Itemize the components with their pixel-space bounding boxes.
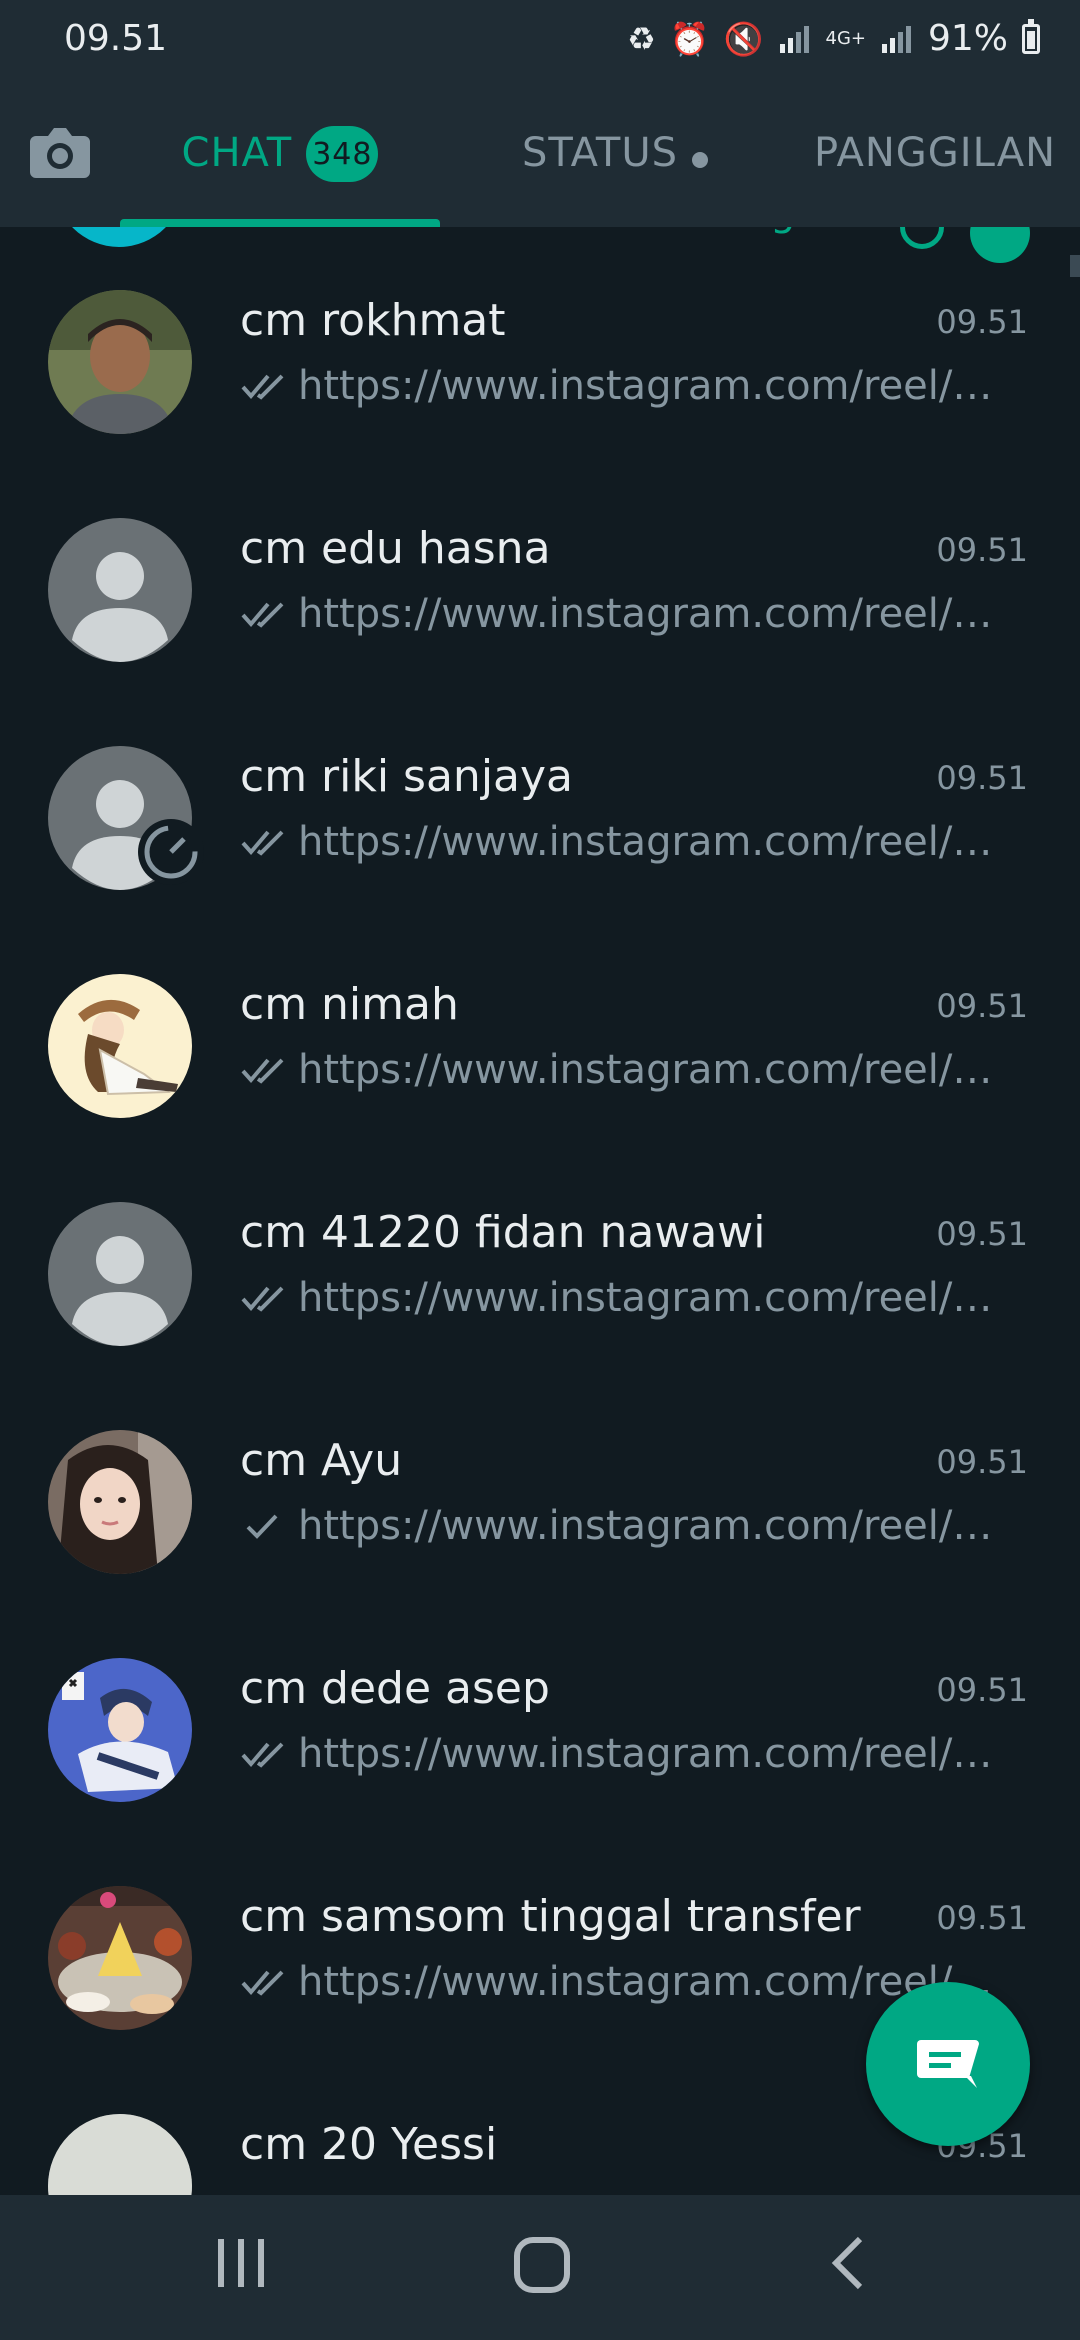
message-icon [917, 2040, 979, 2088]
avatar-illustration-girl [48, 974, 192, 1118]
chat-time: 09.51 [936, 1443, 1028, 1481]
network-4g-icon: 4G+ [825, 27, 866, 49]
chat-row[interactable]: cm nimah 09.51 https://www.instagram.com… [0, 911, 1080, 1139]
chat-preview-text: https://www.instagram.com/reel/C... [298, 1275, 1010, 1321]
tab-chat-label: CHAT [181, 130, 293, 176]
chat-row[interactable]: cm dede asep 09.51 https://www.instagram… [0, 1595, 1080, 1823]
chat-preview: https://www.instagram.com/reel/C... [240, 1047, 1010, 1093]
double-check-icon [241, 1742, 284, 1768]
chat-name: cm 20 Yessi [240, 2119, 498, 2170]
chat-row[interactable]: cm Ayu 09.51 https://www.instagram.com/r… [0, 1367, 1080, 1595]
status-icons: ♻ ⏰ 🔇 4G+ 91% [627, 18, 1040, 59]
chat-row[interactable]: cm rokhmat 09.51 https://www.instagram.c… [0, 227, 1080, 455]
avatar [48, 518, 192, 662]
new-chat-button[interactable] [866, 1982, 1030, 2146]
camera-icon[interactable] [28, 126, 92, 180]
single-check-icon [246, 1514, 278, 1539]
chat-preview: https://www.instagram.com/reel/C... [240, 1503, 1010, 1549]
chat-time: 09.51 [936, 759, 1028, 797]
chat-preview-text: https://www.instagram.com/reel/C... [298, 1047, 1010, 1093]
chat-name: cm rokhmat [240, 295, 506, 346]
chat-preview: https://www.instagram.com/reel/C... [240, 1959, 1010, 2005]
double-check-icon [241, 1286, 284, 1312]
avatar [48, 1430, 192, 1574]
tab-bar: CHAT 348 STATUS PANGGILAN [120, 120, 1080, 227]
tab-indicator [120, 219, 440, 227]
chat-preview-text: https://www.instagram.com/reel/C... [298, 1731, 1010, 1777]
tab-status[interactable]: STATUS [440, 120, 790, 227]
recycle-icon: ♻ [627, 19, 656, 58]
chat-name: cm 41220 fidan nawawi [240, 1207, 766, 1258]
tab-chat[interactable]: CHAT 348 [120, 120, 440, 227]
avatar [48, 1202, 192, 1346]
chat-name: cm dede asep [240, 1663, 550, 1714]
chat-name: cm Ayu [240, 1435, 403, 1486]
chat-row[interactable]: cm edu hasna 09.51 https://www.instagram… [0, 455, 1080, 683]
alarm-icon: ⏰ [669, 19, 710, 58]
back-icon[interactable] [826, 2235, 870, 2291]
chat-preview: https://www.instagram.com/reel/C... [240, 1275, 1010, 1321]
top-app-bar: 09.51 ♻ ⏰ 🔇 4G+ 91% CHAT 348 STATUS PANG… [0, 0, 1080, 227]
double-check-icon [241, 830, 284, 856]
chat-time: 09.51 [936, 1215, 1028, 1253]
tab-calls[interactable]: PANGGILAN [790, 120, 1080, 227]
unread-badge: 348 [306, 126, 379, 182]
chat-preview-text: https://www.instagram.com/reel/C... [298, 363, 1010, 409]
chat-preview: https://www.instagram.com/reel/C... [240, 591, 1010, 637]
chat-name: cm edu hasna [240, 523, 551, 574]
status-time: 09.51 [64, 18, 168, 59]
chat-row[interactable]: cm 41220 fidan nawawi 09.51 https://www.… [0, 1139, 1080, 1367]
chat-time: 09.51 [936, 987, 1028, 1025]
chat-preview: https://www.instagram.com/reel/C... [240, 363, 1010, 409]
chat-row[interactable]: cm riki sanjaya 09.51 https://www.instag… [0, 683, 1080, 911]
avatar [48, 1886, 192, 2030]
avatar-photo-girl [48, 1430, 192, 1574]
avatar [48, 2114, 192, 2195]
default-avatar-icon [72, 552, 168, 662]
chat-preview: https://www.instagram.com/reel/C... [240, 819, 1010, 865]
chat-preview-text: https://www.instagram.com/reel/C... [298, 1503, 1010, 1549]
avatar [48, 290, 192, 434]
chat-list[interactable]: +8 813-8446-8491 Reading me... cm rokhma… [0, 227, 1080, 2195]
double-check-icon [241, 374, 284, 400]
chat-time: 09.51 [936, 1671, 1028, 1709]
default-avatar-icon [72, 1236, 168, 1346]
chat-time: 09.51 [936, 303, 1028, 341]
home-icon[interactable] [512, 2235, 572, 2295]
signal-icon-2 [881, 25, 911, 53]
tab-calls-label: PANGGILAN [813, 130, 1057, 176]
chat-name: cm nimah [240, 979, 459, 1030]
double-check-icon [241, 1058, 284, 1084]
tab-status-label: STATUS [521, 130, 679, 176]
signal-icon [779, 25, 809, 53]
chat-time: 09.51 [936, 1899, 1028, 1937]
chat-preview: https://www.instagram.com/reel/C... [240, 1731, 1010, 1777]
chat-name: cm riki sanjaya [240, 751, 574, 802]
timer-icon [138, 819, 204, 885]
chat-name: cm samsom tinggal transfer [240, 1891, 861, 1942]
mute-icon: 🔇 [723, 19, 764, 58]
battery-icon [1022, 18, 1040, 54]
chat-preview-text: https://www.instagram.com/reel/C... [298, 591, 1010, 637]
default-avatar-icon [48, 2114, 192, 2195]
recents-icon[interactable] [212, 2235, 270, 2291]
avatar [48, 1658, 192, 1802]
avatar-photo-man [48, 290, 192, 434]
battery-percent: 91% [927, 18, 1008, 59]
status-dot [692, 152, 709, 168]
double-check-icon [241, 602, 284, 628]
system-nav-bar [0, 2195, 1080, 2340]
chat-time: 09.51 [936, 531, 1028, 569]
double-check-icon [241, 1970, 284, 1996]
avatar [48, 974, 192, 1118]
avatar-photo-food [48, 1886, 192, 2030]
chat-preview-text: https://www.instagram.com/reel/C... [298, 819, 1010, 865]
avatar-anime-boy [48, 1658, 192, 1802]
